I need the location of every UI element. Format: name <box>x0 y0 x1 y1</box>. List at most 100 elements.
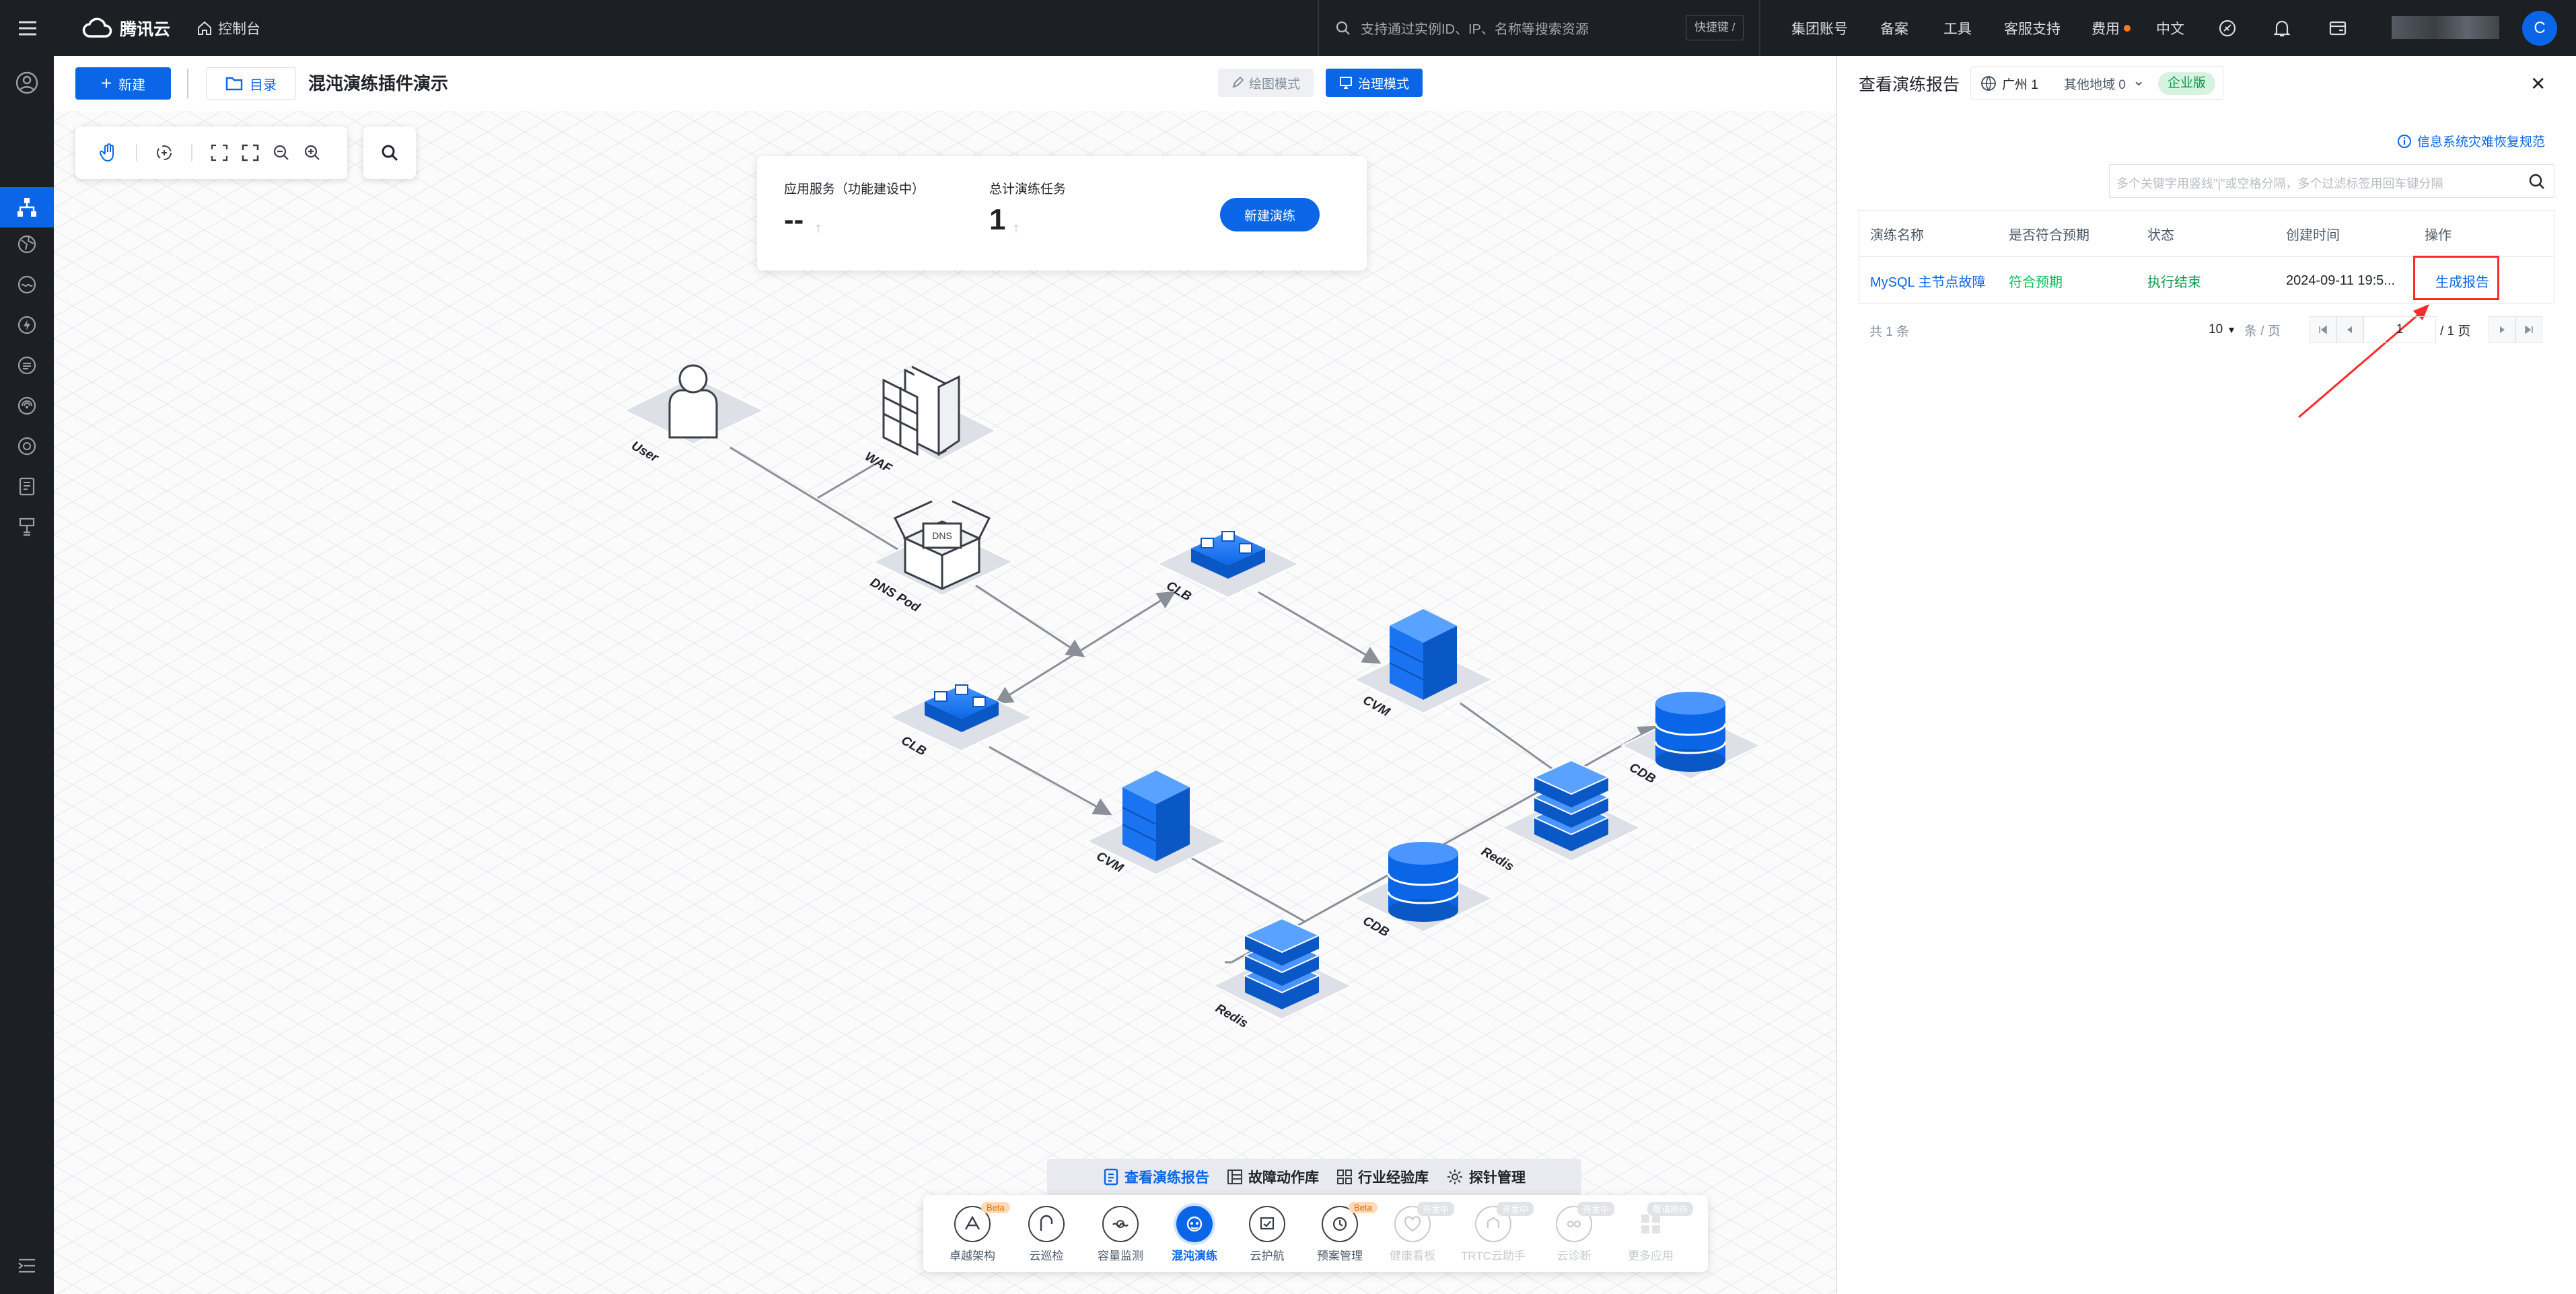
edge-dns-waf <box>817 463 875 499</box>
canvas-search-button[interactable] <box>363 127 416 179</box>
total-count: 共 1 条 <box>1869 325 1910 339</box>
fullscreen-icon[interactable] <box>237 139 264 166</box>
chaos-drill-icon <box>1176 1206 1213 1242</box>
waf-node-icon <box>882 365 960 456</box>
report-search-input[interactable]: 多个关键字用竖线"|"或空格分隔，多个过滤标签用回车键分隔 <box>2109 164 2554 198</box>
zoom-in-icon[interactable] <box>299 139 326 166</box>
page-input[interactable]: 1 <box>2363 316 2436 343</box>
wallet-icon[interactable] <box>2328 0 2347 56</box>
bell-icon[interactable] <box>2273 0 2291 56</box>
account-name-blurred[interactable] <box>2392 16 2499 39</box>
theme-icon[interactable] <box>2218 0 2237 56</box>
beta-badge: Beta <box>1349 1202 1378 1213</box>
nav-support[interactable]: 客服支持 <box>2004 0 2061 56</box>
grid-icon <box>1227 1170 1242 1184</box>
govern-mode-label: 治理模式 <box>1358 77 1410 92</box>
panel-title: 查看演练报告 <box>1859 75 1960 94</box>
gear-icon <box>1447 1170 1462 1184</box>
catalog-button[interactable]: 目录 <box>206 67 296 100</box>
zoom-out-icon[interactable] <box>268 139 295 166</box>
tab-industry-library-label: 行业经验库 <box>1358 1170 1429 1186</box>
coming-soon-badge: 敬请期待 <box>1647 1202 1694 1216</box>
last-page-button[interactable] <box>2515 316 2542 343</box>
dev-badge: 开发中 <box>1577 1202 1615 1216</box>
divider <box>136 144 137 161</box>
pencil-icon <box>1232 77 1244 88</box>
search-icon <box>2529 174 2544 189</box>
tab-drill-report-label: 查看演练报告 <box>1124 1170 1209 1186</box>
divider <box>191 144 192 161</box>
dock-item-label: 预案管理 <box>1317 1250 1363 1262</box>
tab-drill-report[interactable]: 查看演练报告 <box>1103 1167 1209 1187</box>
nav-billing[interactable]: 费用 <box>2091 0 2131 56</box>
page-total: / 1 页 <box>2440 324 2471 338</box>
edge-clb-cvm-top <box>1258 591 1382 664</box>
tab-fault-library[interactable]: 故障动作库 <box>1227 1167 1319 1187</box>
nav-icp[interactable]: 备案 <box>1880 0 1908 56</box>
dock-item-diagnosis: 开发中 云诊断 <box>1537 1202 1615 1266</box>
column-header-expected: 是否符合预期 <box>2009 227 2089 243</box>
drill-name-link[interactable]: MySQL 主节点故障 <box>1870 256 1986 305</box>
cvm-top-node-icon <box>1389 609 1457 700</box>
prev-page-button[interactable] <box>2336 316 2363 343</box>
other-region-label: 其他地域 0 <box>2064 78 2126 92</box>
dock-item-label: 云诊断 <box>1557 1250 1591 1262</box>
dock-item-chaos-drill[interactable]: 混沌演练 <box>1157 1206 1231 1266</box>
nav-tools[interactable]: 工具 <box>1943 0 1972 56</box>
dock-item-more-apps: 敬请期待 更多应用 <box>1614 1202 1694 1266</box>
new-button[interactable]: + 新建 <box>75 67 171 100</box>
cdb-right-node-icon <box>1654 692 1727 772</box>
cvm-bottom-node-icon <box>1122 770 1190 861</box>
new-drill-button[interactable]: 新建演练 <box>1220 198 1320 231</box>
trend-up-icon: ↑ <box>815 221 822 236</box>
annotation-arrow <box>2298 304 2429 419</box>
caret-down-icon: ▼ <box>2227 324 2236 335</box>
dock-item-label: 云巡检 <box>1029 1250 1064 1262</box>
app-dock: Beta 卓越架构 云巡检 容量监测 混沌演练 云护航 Beta 预案管理 开发… <box>923 1195 1708 1272</box>
hand-icon[interactable] <box>96 139 122 166</box>
avatar[interactable]: C <box>2522 11 2557 46</box>
divider <box>187 69 188 98</box>
apps-icon <box>1337 1170 1352 1184</box>
expected-status: 符合预期 <box>2009 275 2063 290</box>
dock-item-trtc: 开发中 TRTC云助手 <box>1456 1202 1534 1266</box>
dock-item-label: TRTC云助手 <box>1460 1250 1526 1262</box>
edge-dns-clb <box>975 584 1085 657</box>
tab-probe-management[interactable]: 探针管理 <box>1446 1167 1526 1187</box>
dock-item-inspection[interactable]: 云巡检 <box>1009 1206 1083 1266</box>
total-tasks-label: 总计演练任务 <box>989 182 1067 196</box>
new-button-label: 新建 <box>118 77 146 93</box>
tab-industry-library[interactable]: 行业经验库 <box>1336 1167 1429 1187</box>
plus-icon: + <box>100 73 112 94</box>
dock-item-architecture[interactable]: Beta 卓越架构 <box>935 1202 1010 1266</box>
region-selector[interactable]: 广州 1 其他地域 0 ⌄ 企业版 <box>1970 66 2223 100</box>
dev-badge: 开发中 <box>1417 1202 1455 1216</box>
draw-mode-button[interactable]: 绘图模式 <box>1218 69 1314 97</box>
first-page-button[interactable] <box>2310 316 2336 343</box>
total-tasks-value: 1 <box>989 203 1006 236</box>
dock-item-capacity[interactable]: 容量监测 <box>1083 1206 1157 1266</box>
close-icon[interactable]: ✕ <box>2530 73 2546 95</box>
nav-language[interactable]: 中文 <box>2156 0 2184 56</box>
edge-clb-clb <box>994 591 1176 705</box>
help-link[interactable]: 信息系统灾难恢复规范 <box>2397 132 2545 150</box>
fit-screen-icon[interactable] <box>206 139 233 166</box>
redis-right-node-icon <box>1532 759 1610 851</box>
globe-icon <box>1981 76 1996 91</box>
stats-card: 应用服务（功能建设中） -- ↑ 总计演练任务 1 ↑ 新建演练 <box>757 156 1367 271</box>
dock-item-label: 容量监测 <box>1098 1250 1143 1262</box>
column-header-created: 创建时间 <box>2286 227 2340 243</box>
next-page-button[interactable] <box>2489 316 2515 343</box>
layout-icon[interactable] <box>151 139 178 166</box>
report-search-placeholder: 多个关键字用竖线"|"或空格分隔，多个过滤标签用回车键分隔 <box>2116 177 2443 190</box>
dock-item-escort[interactable]: 云护航 <box>1230 1206 1304 1266</box>
dock-item-plan[interactable]: Beta 预案管理 <box>1303 1202 1378 1266</box>
dock-item-health: 开发中 健康看板 <box>1375 1202 1455 1266</box>
inspection-icon <box>1028 1206 1065 1242</box>
info-icon <box>2398 134 2411 148</box>
govern-mode-button[interactable]: 治理模式 <box>1326 69 1423 97</box>
monitor-icon <box>1340 77 1352 89</box>
edge-clb-cvm-bottom <box>989 746 1112 816</box>
region-label: 广州 1 <box>2002 78 2038 92</box>
page-size-select[interactable]: 10 ▼ 条 / 页 <box>2209 316 2281 343</box>
